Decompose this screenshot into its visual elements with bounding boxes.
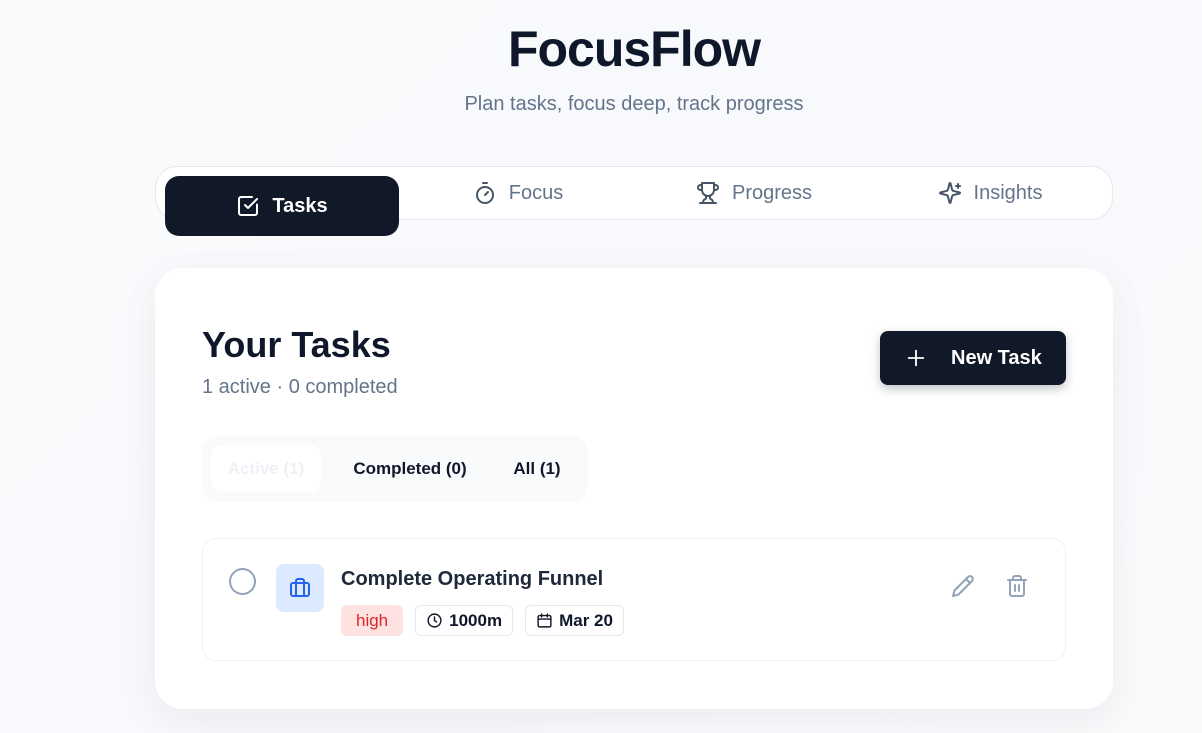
app-title: FocusFlow bbox=[507, 21, 761, 77]
new-task-button[interactable]: New Task bbox=[880, 331, 1066, 385]
delete-task-button[interactable] bbox=[1002, 571, 1032, 601]
checkbox-icon bbox=[238, 196, 259, 216]
briefcase-icon bbox=[290, 578, 310, 597]
priority-badge: high bbox=[341, 605, 404, 636]
duration-badge: 1000m bbox=[415, 605, 514, 636]
trophy-icon bbox=[697, 182, 719, 204]
tab-focus-label: Focus bbox=[508, 182, 564, 204]
due-date-text: Mar 20 bbox=[559, 610, 613, 630]
filter-tabs: Active (1) Completed (0) All (1) bbox=[202, 436, 588, 502]
task-item: Complete Operating Funnel high 1000m Mar… bbox=[202, 538, 1066, 661]
plus-icon bbox=[907, 349, 925, 367]
tasks-title: Your Tasks bbox=[202, 324, 391, 365]
filter-active[interactable]: Active (1) bbox=[211, 445, 321, 492]
duration-text: 1000m bbox=[449, 610, 503, 630]
filter-completed[interactable]: Completed (0) bbox=[340, 445, 480, 492]
task-title: Complete Operating Funnel bbox=[341, 568, 604, 590]
app-subtitle: Plan tasks, focus deep, track progress bbox=[464, 93, 804, 115]
tab-focus[interactable]: Focus bbox=[401, 163, 635, 223]
task-badges: high 1000m Mar 20 bbox=[341, 605, 624, 636]
tab-tasks-label: Tasks bbox=[272, 195, 328, 217]
tab-progress-label: Progress bbox=[731, 182, 813, 204]
pencil-icon bbox=[952, 575, 974, 597]
clock-icon bbox=[427, 613, 442, 628]
edit-task-button[interactable] bbox=[948, 571, 978, 601]
page: FocusFlow Plan tasks, focus deep, track … bbox=[0, 0, 1202, 733]
tab-insights-label: Insights bbox=[973, 182, 1043, 204]
tasks-card: Your Tasks 1 active · 0 completed New Ta… bbox=[155, 268, 1113, 709]
timer-icon bbox=[475, 182, 494, 204]
tasks-summary: 1 active · 0 completed bbox=[202, 376, 398, 398]
tab-tasks[interactable]: Tasks bbox=[165, 176, 399, 236]
calendar-icon bbox=[537, 613, 552, 628]
new-task-label: New Task bbox=[951, 346, 1042, 369]
tab-progress[interactable]: Progress bbox=[637, 163, 871, 223]
main-nav: Tasks Focus Progress Insights bbox=[155, 163, 1113, 236]
task-category bbox=[276, 564, 324, 612]
tab-insights[interactable]: Insights bbox=[873, 163, 1107, 223]
due-date-badge: Mar 20 bbox=[525, 605, 624, 636]
filter-all[interactable]: All (1) bbox=[502, 445, 572, 492]
sparkles-icon bbox=[938, 182, 961, 204]
task-complete-checkbox[interactable] bbox=[229, 568, 256, 595]
trash-icon bbox=[1007, 575, 1027, 597]
